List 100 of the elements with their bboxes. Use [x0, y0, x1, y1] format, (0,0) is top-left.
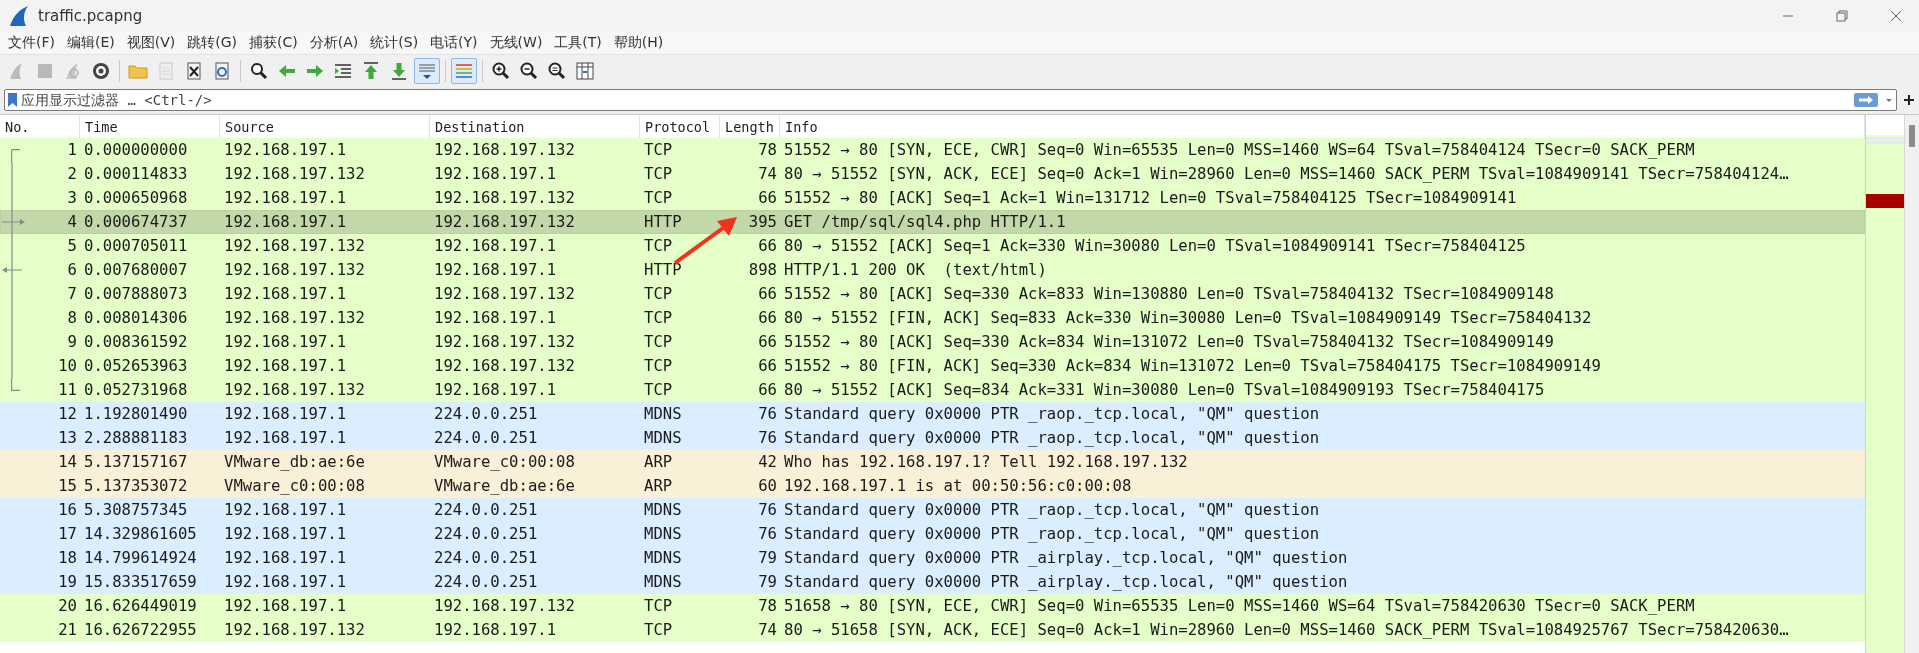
packet-row[interactable]: 19 15.833517659 192.168.197.1 224.0.0.251 MDNS 79 Standard query 0x0000 PTR _airplay._tcp.local, "QM" question — [0, 570, 1865, 594]
source-cell-text: 192.168.197.1 — [223, 429, 348, 447]
info-cell-text: 51552 → 80 [SYN, ECE, CWR] Seq=0 Win=65535 Len=0 MSS=1460 WS=64 TSval=758404124 TSecr=0 SACK_PERM — [783, 141, 1696, 159]
destination-cell-text: VMware_c0:00:08 — [433, 453, 576, 471]
protocol-cell-text: TCP — [643, 189, 674, 207]
packet-row[interactable]: 6 0.007680007 192.168.197.132 192.168.197.1 HTTP 898 HTTP/1.1 200 OK (text/html) — [0, 258, 1865, 282]
menu-item[interactable]: 视图(V) — [122, 34, 184, 52]
time-cell-text: 1.192801490 — [83, 405, 189, 423]
protocol-cell-text: ARP — [643, 477, 674, 495]
packet-row[interactable]: 9 0.008361592 192.168.197.1 192.168.197.132 TCP 66 51552 → 80 [ACK] Seq=330 Ack=834 Win=131072 Len=0 TSval=758404132 TSecr=1084909149 — [0, 330, 1865, 354]
number-cell: 17 — [58, 525, 77, 543]
menu-item[interactable]: 工具(T) — [550, 34, 610, 52]
number-cell: 2 — [67, 165, 77, 183]
protocol-cell-text: MDNS — [643, 549, 683, 567]
packet-row[interactable]: 18 14.799614924 192.168.197.1 224.0.0.251 MDNS 79 Standard query 0x0000 PTR _airplay._tcp.local, "QM" question — [0, 546, 1865, 570]
source-cell-text: 192.168.197.1 — [223, 189, 348, 207]
protocol-cell-text: TCP — [643, 357, 674, 375]
protocol-cell-text: ARP — [643, 453, 674, 471]
menu-item[interactable]: 统计(S) — [366, 34, 427, 52]
menu-item[interactable]: 无线(W) — [485, 34, 551, 52]
packet-row[interactable]: 10 0.052653963 192.168.197.1 192.168.197.132 TCP 66 51552 → 80 [FIN, ACK] Seq=330 Ack=834 Win=131072 Len=0 TSval=758404175 TSecr=1084909149 — [0, 354, 1865, 378]
packet-row[interactable]: 8 0.008014306 192.168.197.132 192.168.197.1 TCP 66 80 → 51552 [FIN, ACK] Seq=833 Ack=330 Win=30080 Len=0 TSval=1084909149 TSecr=758404132 — [0, 306, 1865, 330]
source-cell-text: 192.168.197.132 — [223, 237, 366, 255]
length-cell-text: 79 — [757, 573, 778, 591]
packet-row[interactable]: 21 16.626722955 192.168.197.132 192.168.197.1 TCP 74 80 → 51658 [SYN, ACK, ECE] Seq=0 Ack=1 Win=28960 Len=0 MSS=1460 SACK_PERM TSval=1084925767 TSecr=758420630… — [0, 618, 1865, 642]
length-cell-text: 66 — [757, 333, 778, 351]
length-cell-text: 78 — [757, 141, 778, 159]
source-cell-text: 192.168.197.132 — [223, 621, 366, 639]
restore-icon — [1836, 10, 1848, 22]
right-arrow-icon — [1858, 95, 1874, 105]
protocol-cell-text: TCP — [643, 597, 674, 615]
length-cell-text: 66 — [757, 357, 778, 375]
shark-fin-logo-icon — [8, 5, 30, 27]
packet-row[interactable]: 5 0.000705011 192.168.197.132 192.168.197.1 TCP 66 80 → 51552 [ACK] Seq=1 Ack=330 Win=30080 Len=0 TSval=1084909141 TSecr=758404125 — [0, 234, 1865, 258]
resize-columns-icon — [575, 61, 595, 81]
number-cell: 21 — [58, 621, 77, 639]
packet-row[interactable]: 14 5.137157167 VMware_db:ae:6e VMware_c0:00:08 ARP 42 Who has 192.168.197.1? Tell 192.168.197.132 — [0, 450, 1865, 474]
packet-row[interactable]: 15 5.137353072 VMware_c0:00:08 VMware_db:ae:6e ARP 60 192.168.197.1 is at 00:50:56:c0:00:08 — [0, 474, 1865, 498]
down-arrow-icon — [389, 61, 409, 81]
packet-row[interactable]: 11 0.052731968 192.168.197.132 192.168.197.1 TCP 66 80 → 51552 [ACK] Seq=834 Ack=331 Win=30080 Len=0 TSval=1084909193 TSecr=758404175 — [0, 378, 1865, 402]
time-cell-text: 0.000000000 — [83, 141, 189, 159]
length-cell-text: 76 — [757, 501, 778, 519]
packet-row[interactable]: 3 0.000650968 192.168.197.1 192.168.197.132 TCP 66 51552 → 80 [ACK] Seq=1 Ack=1 Win=131712 Len=0 TSval=758404125 TSecr=1084909141 — [0, 186, 1865, 210]
document-close-icon — [184, 61, 204, 81]
packet-row[interactable]: 1 0.000000000 192.168.197.1 192.168.197.132 TCP 78 51552 → 80 [SYN, ECE, CWR] Seq=0 Win=65535 Len=0 MSS=1460 WS=64 TSval=758404124 TSecr=0 SACK_PERM — [0, 138, 1865, 162]
destination-cell-text: 224.0.0.251 — [433, 525, 539, 543]
time-cell-text: 14.329861605 — [83, 525, 198, 543]
scrollbar[interactable] — [1904, 115, 1919, 653]
info-cell-text: 192.168.197.1 is at 00:50:56:c0:00:08 — [783, 477, 1133, 495]
destination-cell-text: 192.168.197.1 — [433, 381, 558, 399]
number-cell: 3 — [67, 189, 77, 207]
source-cell-text: 192.168.197.1 — [223, 357, 348, 375]
packet-row[interactable]: 16 5.308757345 192.168.197.1 224.0.0.251 MDNS 76 Standard query 0x0000 PTR _raop._tcp.local, "QM" question — [0, 498, 1865, 522]
time-cell-text: 0.007888073 — [83, 285, 189, 303]
length-cell-text: 76 — [757, 525, 778, 543]
time-cell-text: 15.833517659 — [83, 573, 198, 591]
source-cell-text: VMware_db:ae:6e — [223, 453, 366, 471]
packet-row[interactable]: 4 0.000674737 192.168.197.1 192.168.197.132 HTTP 395 GET /tmp/sql/sql4.php HTTP/1.1 — [0, 210, 1865, 234]
packet-row[interactable]: 13 2.288881183 192.168.197.1 224.0.0.251 MDNS 76 Standard query 0x0000 PTR _raop._tcp.local, "QM" question — [0, 426, 1865, 450]
search-icon — [249, 61, 269, 81]
info-cell-text: GET /tmp/sql/sql4.php HTTP/1.1 — [783, 213, 1067, 231]
menu-item[interactable]: 捕获(C) — [245, 34, 306, 52]
info-cell-text: 80 → 51658 [SYN, ACK, ECE] Seq=0 Ack=1 Win=28960 Len=0 MSS=1460 SACK_PERM TSval=1084925767 TSecr=758420630… — [783, 621, 1790, 639]
destination-cell-text: 192.168.197.132 — [433, 597, 576, 615]
time-cell-text: 5.137157167 — [83, 453, 189, 471]
packet-row[interactable]: 20 16.626449019 192.168.197.1 192.168.197.132 TCP 78 51658 → 80 [SYN, ECE, CWR] Seq=0 Win=65535 Len=0 MSS=1460 WS=64 TSval=758420630 TSecr=0 SACK_PERM — [0, 594, 1865, 618]
time-cell-text: 2.288881183 — [83, 429, 189, 447]
destination-cell-text: 224.0.0.251 — [433, 549, 539, 567]
menu-item[interactable]: 跳转(G) — [183, 34, 246, 52]
stop-square-icon — [35, 61, 55, 81]
packet-row[interactable]: 17 14.329861605 192.168.197.1 224.0.0.251 MDNS 76 Standard query 0x0000 PTR _raop._tcp.local, "QM" question — [0, 522, 1865, 546]
packet-row[interactable]: 2 0.000114833 192.168.197.132 192.168.197.1 TCP 74 80 → 51552 [SYN, ACK, ECE] Seq=0 Ack=1 Win=28960 Len=0 MSS=1460 SACK_PERM TSval=1084909141 TSecr=758404124… — [0, 162, 1865, 186]
number-cell: 16 — [58, 501, 77, 519]
apply-arrow-button[interactable] — [1854, 93, 1878, 107]
length-cell-text: 42 — [757, 453, 778, 471]
destination-cell-text: 192.168.197.132 — [433, 333, 576, 351]
window-title: traffic.pcapng — [38, 7, 144, 25]
menu-item[interactable]: 编辑(E) — [63, 34, 123, 52]
info-cell-text: 80 → 51552 [ACK] Seq=1 Ack=330 Win=30080 Len=0 TSval=1084909141 TSecr=758404125 — [783, 237, 1527, 255]
display-filter-field[interactable]: 应用显示过滤器 … <Ctrl-/> — [4, 89, 1897, 111]
length-cell-text: 66 — [757, 381, 778, 399]
time-cell-text: 14.799614924 — [83, 549, 198, 567]
packet-row[interactable]: 12 1.192801490 192.168.197.1 224.0.0.251 MDNS 76 Standard query 0x0000 PTR _raop._tcp.local, "QM" question — [0, 402, 1865, 426]
plus-icon[interactable] — [1903, 94, 1915, 106]
menu-item[interactable]: 电话(Y) — [426, 34, 486, 52]
document-reload-icon — [212, 61, 232, 81]
length-cell-text: 66 — [757, 309, 778, 327]
menu-item[interactable]: 分析(A) — [305, 34, 367, 52]
packet-row[interactable]: 7 0.007888073 192.168.197.1 192.168.197.132 TCP 66 51552 → 80 [ACK] Seq=330 Ack=833 Win=130880 Len=0 TSval=758404132 TSecr=1084909148 — [0, 282, 1865, 306]
menu-item[interactable]: 帮助(H) — [609, 34, 672, 52]
number-cell: 11 — [58, 381, 77, 399]
number-cell: 19 — [58, 573, 77, 591]
minimize-icon — [1782, 15, 1794, 17]
number-cell: 7 — [67, 285, 77, 303]
number-cell: 20 — [58, 597, 77, 615]
number-cell: 14 — [58, 453, 77, 471]
time-cell-text: 0.000674737 — [83, 213, 189, 231]
info-cell-text: 80 → 51552 [FIN, ACK] Seq=833 Ack=330 Win=30080 Len=0 TSval=1084909149 TSecr=758404132 — [783, 309, 1593, 327]
menu-item[interactable]: 文件(F) — [4, 34, 63, 52]
scrollbar-thumb[interactable] — [1909, 125, 1915, 147]
